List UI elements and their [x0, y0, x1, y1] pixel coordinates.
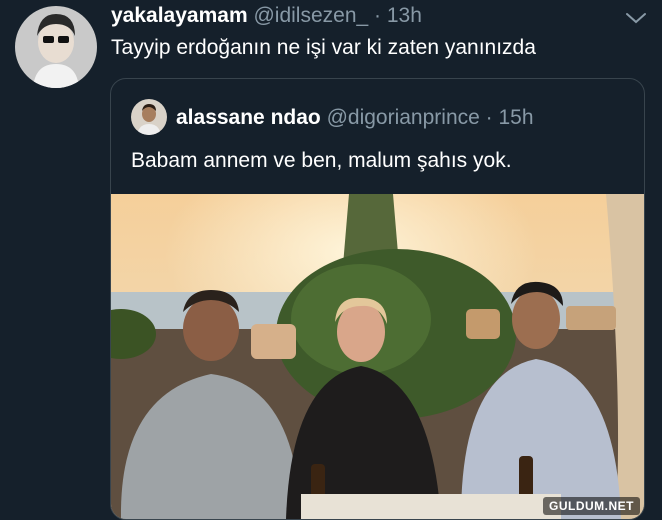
quoted-tweet-header: alassane ndao @digorianprince · 15h — [176, 106, 534, 130]
quoted-author-handle[interactable]: @digorianprince — [327, 106, 480, 129]
quoted-tweet-timestamp[interactable]: 15h — [499, 106, 534, 129]
author-handle[interactable]: @idilsezen_ — [253, 4, 368, 27]
author-display-name[interactable]: yakalayamam — [111, 4, 248, 27]
tweet-text: Tayyip erdoğanın ne işi var ki zaten yan… — [111, 36, 536, 59]
tweet-timestamp[interactable]: 13h — [387, 4, 422, 27]
tweet-header: yakalayamam @idilsezen_ · 13h — [111, 4, 422, 28]
tweet-photo[interactable]: GULDUM.NET — [111, 194, 644, 519]
quoted-author-display-name[interactable]: alassane ndao — [176, 106, 321, 129]
separator-dot: · — [485, 106, 493, 129]
chevron-down-icon[interactable] — [623, 8, 649, 28]
separator-dot: · — [374, 4, 382, 27]
author-avatar[interactable] — [15, 6, 97, 88]
quoted-tweet[interactable]: alassane ndao @digorianprince · 15h Baba… — [110, 78, 645, 520]
watermark: GULDUM.NET — [543, 497, 640, 515]
quoted-author-avatar[interactable] — [131, 99, 167, 135]
quoted-tweet-text: Babam annem ve ben, malum şahıs yok. — [131, 149, 512, 172]
